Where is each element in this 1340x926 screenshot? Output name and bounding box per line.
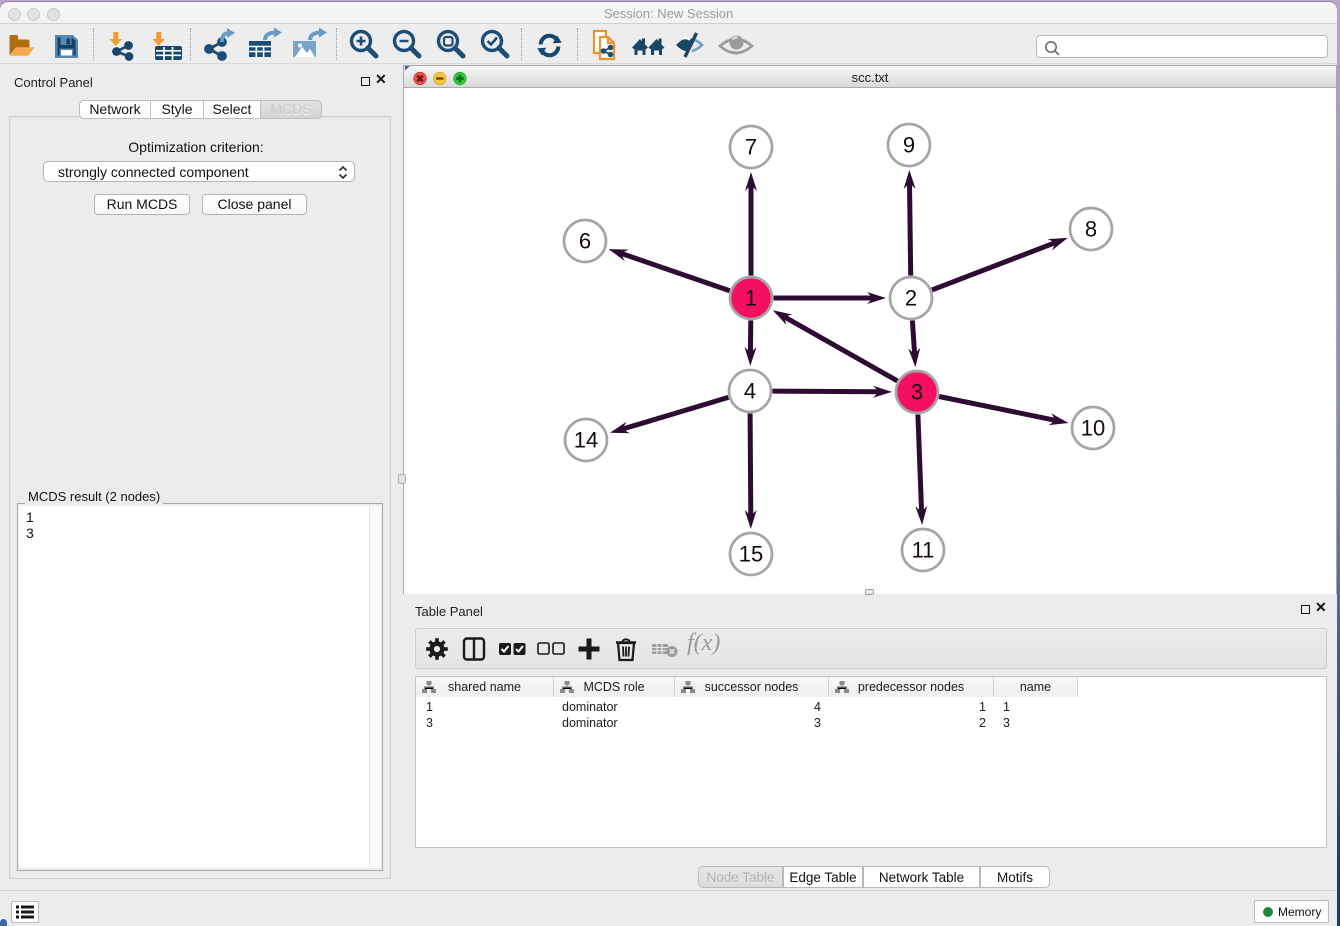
svg-text:11: 11 <box>912 538 935 563</box>
svg-text:2: 2 <box>905 286 917 311</box>
svg-text:14: 14 <box>574 428 598 453</box>
svg-text:10: 10 <box>1081 416 1105 441</box>
svg-text:3: 3 <box>911 380 923 405</box>
svg-text:7: 7 <box>745 135 757 160</box>
svg-text:1: 1 <box>745 286 757 311</box>
svg-text:4: 4 <box>744 379 756 404</box>
svg-text:8: 8 <box>1085 217 1097 242</box>
svg-text:15: 15 <box>739 542 763 567</box>
svg-text:6: 6 <box>579 229 591 254</box>
svg-text:9: 9 <box>903 133 915 158</box>
